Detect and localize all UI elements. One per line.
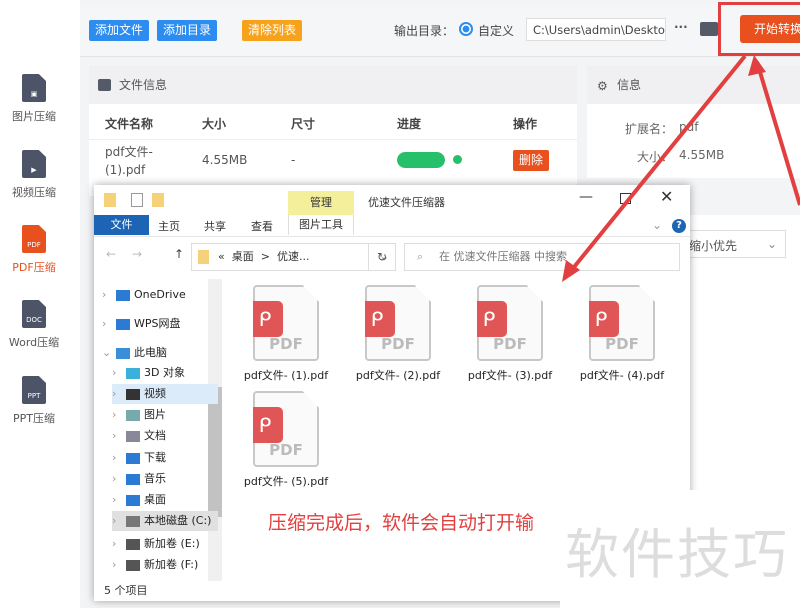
arrow-line	[568, 54, 747, 274]
arrow-line	[755, 61, 800, 206]
annotation-arrows	[562, 54, 800, 282]
arrow-head	[748, 55, 766, 76]
